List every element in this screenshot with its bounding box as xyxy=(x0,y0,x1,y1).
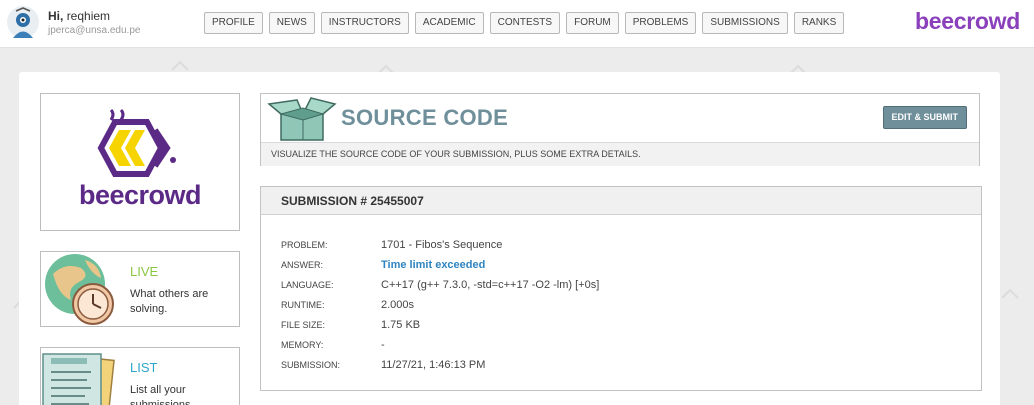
live-description: What others are solving. xyxy=(130,288,209,315)
detail-label: FILE SIZE: xyxy=(281,320,326,330)
source-code-header: SOURCE CODE EDIT & SUBMIT VISUALIZE THE … xyxy=(260,93,980,166)
detail-row-submission: SUBMISSION: 11/27/21, 1:46:13 PM xyxy=(281,355,599,375)
main-nav: PROFILE NEWS INSTRUCTORS ACADEMIC CONTES… xyxy=(204,12,845,34)
sidebar-logo-text: beecrowd xyxy=(78,180,202,210)
user-avatar[interactable] xyxy=(6,5,40,43)
detail-row-file-size: FILE SIZE: 1.75 KB xyxy=(281,315,599,335)
live-title: LIVE xyxy=(130,264,159,279)
edit-submit-button[interactable]: EDIT & SUBMIT xyxy=(882,106,967,129)
nav-news[interactable]: NEWS xyxy=(268,12,315,34)
list-title: LIST xyxy=(130,360,158,375)
submission-details: PROBLEM: 1701 - Fibos's Sequence ANSWER:… xyxy=(281,235,599,375)
detail-row-memory: MEMORY: - xyxy=(281,335,599,355)
nav-ranks[interactable]: RANKS xyxy=(793,12,845,34)
globe-clock-icon xyxy=(45,254,114,325)
detail-label: LANGUAGE: xyxy=(281,280,334,290)
open-box-icon xyxy=(267,97,337,141)
file-size-value: 1.75 KB xyxy=(381,319,421,331)
detail-label: MEMORY: xyxy=(281,340,324,350)
detail-label: ANSWER: xyxy=(281,260,324,270)
nav-profile[interactable]: PROFILE xyxy=(204,12,263,34)
sidebar-card-live[interactable]: LIVE What others are solving. xyxy=(40,251,240,327)
nav-instructors[interactable]: INSTRUCTORS xyxy=(320,12,409,34)
submission-panel: SUBMISSION # 25455007 PROBLEM: 1701 - Fi… xyxy=(260,186,982,391)
detail-row-runtime: RUNTIME: 2.000s xyxy=(281,295,599,315)
source-code-subtitle: VISUALIZE THE SOURCE CODE OF YOUR SUBMIS… xyxy=(261,142,979,166)
nav-contests[interactable]: CONTESTS xyxy=(489,12,561,34)
nav-problems[interactable]: PROBLEMS xyxy=(624,12,697,34)
detail-row-language: LANGUAGE: C++17 (g++ 7.3.0, -std=c++17 -… xyxy=(281,275,599,295)
brand-logo-text[interactable]: beecrowd xyxy=(915,8,1020,35)
nav-academic[interactable]: ACADEMIC xyxy=(414,12,484,34)
sidebar-logo-box[interactable]: beecrowd xyxy=(40,93,240,231)
runtime-value: 2.000s xyxy=(381,299,415,311)
user-greeting: Hi, reqhiem xyxy=(48,9,110,23)
detail-label: RUNTIME: xyxy=(281,300,325,310)
source-code-title: SOURCE CODE xyxy=(341,105,509,130)
nav-forum[interactable]: FORUM xyxy=(566,12,619,34)
problem-link[interactable]: 1701 - Fibos's Sequence xyxy=(381,239,502,251)
detail-row-problem: PROBLEM: 1701 - Fibos's Sequence xyxy=(281,235,599,255)
beecrowd-hexagon-icon xyxy=(97,108,176,177)
submission-date-value: 11/27/21, 1:46:13 PM xyxy=(381,359,486,371)
greeting-prefix: Hi, xyxy=(48,9,64,23)
sidebar-card-list[interactable]: LIST List all your submissions. xyxy=(40,347,240,405)
language-value: C++17 (g++ 7.3.0, -std=c++17 -O2 -lm) [+… xyxy=(381,279,600,291)
list-description: List all your submissions. xyxy=(130,384,194,405)
detail-row-answer: ANSWER: Time limit exceeded xyxy=(281,255,599,275)
memory-value: - xyxy=(381,339,385,351)
list-papers-icon xyxy=(42,353,115,405)
detail-label: SUBMISSION: xyxy=(281,360,341,370)
user-name: reqhiem xyxy=(66,9,111,23)
nav-submissions[interactable]: SUBMISSIONS xyxy=(702,12,788,34)
source-code-header-top: SOURCE CODE EDIT & SUBMIT xyxy=(261,94,979,142)
top-bar: Hi, reqhiem jperca@unsa.edu.pe PROFILE N… xyxy=(0,0,1034,48)
user-email: jperca@unsa.edu.pe xyxy=(48,25,141,36)
submission-header: SUBMISSION # 25455007 xyxy=(261,187,981,215)
detail-label: PROBLEM: xyxy=(281,240,328,250)
answer-status: Time limit exceeded xyxy=(381,259,486,271)
